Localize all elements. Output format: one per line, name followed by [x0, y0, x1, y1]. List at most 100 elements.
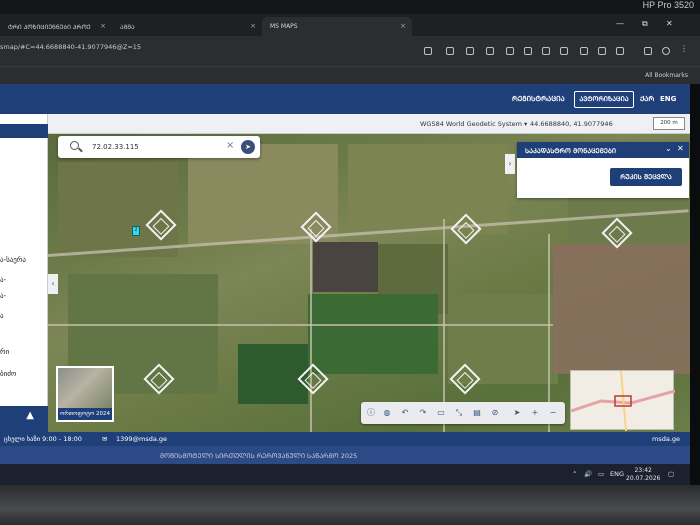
monitor-bezel-bottom: [0, 485, 700, 525]
search-submit-icon[interactable]: ➤: [241, 140, 255, 154]
zoom-out-icon[interactable]: −: [547, 407, 559, 419]
sidebar-item[interactable]: ა-: [0, 292, 6, 300]
settings-icon[interactable]: [616, 47, 624, 55]
tab-close-icon[interactable]: ×: [400, 22, 406, 30]
tab-close-icon[interactable]: ×: [250, 22, 256, 30]
profile-avatar-icon[interactable]: [662, 47, 670, 55]
nav-login-button[interactable]: ᲐᲕᲢᲝᲠᲘᲖᲐᲪᲘᲐ: [574, 91, 634, 108]
change-map-button[interactable]: ᲠᲣᲙᲘᲡ ᲨᲔᲪᲕᲚᲐ: [610, 168, 682, 186]
trash-icon[interactable]: [560, 47, 568, 55]
monitor-brand: HP Pro 3520: [642, 0, 694, 10]
globe-icon[interactable]: ◍: [381, 407, 393, 419]
sidebar-toggle-icon[interactable]: [644, 47, 652, 55]
copyright-bar: ᲛᲝᲬᲘᲡᲛᲝᲢᲔᲚᲘ ᲡᲘᲠᲗᲣᲚᲘᲡ ᲠᲔᲠᲝᲕᲐᲜᲣᲚᲘ ᲡᲐᲬᲐᲠᲛᲝ …: [0, 446, 690, 464]
extension-icon[interactable]: [446, 47, 454, 55]
input-language[interactable]: ENG: [610, 470, 624, 478]
battery-icon[interactable]: ▭: [598, 470, 604, 478]
address-bar[interactable]: smap/#C=44.6688840-41.9077946@Z=15: [0, 43, 141, 51]
search-icon: [70, 141, 79, 150]
star-icon[interactable]: [424, 47, 432, 55]
coordinates-readout: 44.6688840, 41.9077946: [530, 120, 613, 128]
nav-lang-ka[interactable]: ᲥᲐᲠ: [640, 95, 654, 104]
os-taskbar: ⌃ 🔊 ▭ ENG 23:42 20.07.2026 ▢: [0, 464, 690, 485]
sidebar-item[interactable]: ა-: [0, 276, 6, 284]
site-link[interactable]: msda.ge: [652, 435, 680, 443]
overview-minimap[interactable]: [570, 370, 676, 432]
puzzle-icon[interactable]: [506, 47, 514, 55]
volume-icon[interactable]: 🔊: [584, 470, 592, 478]
browser-tab[interactable]: ᲢᲠᲘ ᲞᲝᲖᲘᲪᲘᲔᲜᲜᲔᲑᲘ ᲞᲠᲝᲔ ×: [0, 17, 112, 36]
contact-email[interactable]: 1399@msda.ge: [116, 435, 167, 443]
browser-toolbar: smap/#C=44.6688840-41.9077946@Z=15 ⋮: [0, 36, 700, 66]
map-right-arrow-icon[interactable]: ›: [505, 154, 515, 174]
cadastre-panel-header: ᲡᲐᲙᲐᲓᲐᲡᲢᲠᲝ ᲛᲝᲜᲐᲪᲔᲛᲔᲑᲘ ⌄ ✕: [517, 142, 689, 158]
key-icon[interactable]: [466, 47, 474, 55]
monitor-bezel-top: HP Pro 3520: [0, 0, 700, 14]
sidebar-item[interactable]: ბიძო: [0, 370, 16, 378]
chevron-up-icon: ▲: [26, 410, 34, 421]
field-patch: [348, 144, 508, 234]
undo-icon[interactable]: ↶: [399, 407, 411, 419]
left-panel-collapse-button[interactable]: ▲: [0, 406, 48, 432]
zoom-in-icon[interactable]: +: [529, 407, 541, 419]
road: [48, 324, 553, 326]
tab-label: ᲐᲒᲛᲐ: [120, 24, 135, 31]
download-icon[interactable]: [542, 47, 550, 55]
menu-icon[interactable]: ⋮: [680, 44, 688, 53]
basemap-switcher[interactable]: ორთოფოტო 2024: [56, 366, 114, 422]
close-window-icon[interactable]: ✕: [666, 19, 673, 28]
tab-close-icon[interactable]: ×: [100, 22, 106, 30]
copyright-text: ᲛᲝᲬᲘᲡᲛᲝᲢᲔᲚᲘ ᲡᲘᲠᲗᲣᲚᲘᲡ ᲠᲔᲠᲝᲕᲐᲜᲣᲚᲘ ᲡᲐᲬᲐᲠᲛᲝ …: [160, 452, 358, 460]
site-footer: ცხელი ხაზი 9:00 - 18:00 ✉ 1399@msda.ge m…: [0, 432, 690, 446]
clock-date: 20.07.2026: [626, 475, 661, 482]
measure-icon[interactable]: ▭: [435, 407, 447, 419]
history-icon[interactable]: [524, 47, 532, 55]
map-search-box[interactable]: 72.02.33.115 × ➤: [58, 136, 260, 158]
road: [310, 229, 312, 432]
tab-label: ᲢᲠᲘ ᲞᲝᲖᲘᲪᲘᲔᲜᲜᲔᲑᲘ ᲞᲠᲝᲔ: [8, 24, 91, 31]
close-icon[interactable]: ✕: [677, 144, 684, 153]
location-icon[interactable]: [580, 47, 588, 55]
sidebar-item[interactable]: ა-საერა: [0, 256, 26, 264]
layers-icon[interactable]: ▤: [471, 407, 483, 419]
sidebar-item[interactable]: რი: [0, 348, 9, 356]
search-input[interactable]: 72.02.33.115: [92, 143, 139, 151]
map-left-arrow-icon[interactable]: ‹: [48, 274, 58, 294]
info-icon[interactable]: ⓘ: [365, 407, 377, 419]
notification-icon[interactable]: ▢: [668, 470, 674, 478]
fullscreen-icon[interactable]: ⤡: [453, 407, 465, 419]
system-clock[interactable]: 23:42 20.07.2026: [626, 467, 660, 483]
hotline-hours: ცხელი ხაზი 9:00 - 18:00: [4, 435, 82, 443]
left-panel-header: [0, 124, 48, 138]
clear-search-icon[interactable]: ×: [226, 140, 234, 151]
browser-tab-active[interactable]: MS MAPS ×: [262, 17, 412, 36]
overview-roads: [570, 370, 676, 432]
map-toolbar: ⓘ ◍ ↶ ↷ ▭ ⤡ ▤ ⊘ ➤ + −: [361, 402, 565, 424]
bookmarks-bar: All Bookmarks: [0, 66, 700, 84]
crs-select[interactable]: WGS84 World Geodetic System ▾: [420, 120, 527, 128]
redo-icon[interactable]: ↷: [417, 407, 429, 419]
browser-tab[interactable]: ᲐᲒᲛᲐ ×: [112, 17, 262, 36]
scale-indicator: 200 m: [653, 117, 685, 130]
card-icon[interactable]: [486, 47, 494, 55]
navigate-icon[interactable]: ➤: [511, 407, 523, 419]
map-canvas[interactable]: 2 72.02.33.115 × ➤ ‹ › ᲡᲐᲙᲐᲓᲐᲡᲢᲠᲝ ᲛᲝᲜᲐᲪᲔ…: [48, 134, 690, 432]
browser-tab-bar: ᲢᲠᲘ ᲞᲝᲖᲘᲪᲘᲔᲜᲜᲔᲑᲘ ᲞᲠᲝᲔ × ᲐᲒᲛᲐ × MS MAPS ×…: [0, 14, 700, 36]
minimize-icon[interactable]: —: [616, 19, 624, 28]
print-icon[interactable]: [598, 47, 606, 55]
link-icon[interactable]: ⊘: [489, 407, 501, 419]
nav-registration[interactable]: ᲠᲔᲒᲘᲡᲢᲠᲐᲪᲘᲐ: [512, 95, 565, 104]
map-marker[interactable]: 2: [132, 226, 140, 236]
coordinate-bar: WGS84 World Geodetic System ▾ 44.6688840…: [48, 114, 690, 134]
nav-lang-en[interactable]: ENG: [660, 95, 676, 103]
all-bookmarks-link[interactable]: All Bookmarks: [645, 72, 688, 79]
restore-icon[interactable]: ⧉: [642, 19, 648, 29]
clock-time: 23:42: [634, 467, 652, 474]
sidebar-item[interactable]: ა: [0, 312, 4, 320]
field-patch: [313, 242, 378, 292]
chevron-down-icon[interactable]: ⌄: [665, 144, 672, 153]
tray-chevron-icon[interactable]: ⌃: [572, 470, 577, 478]
basemap-label: ორთოფოტო 2024: [58, 408, 112, 420]
field-patch: [238, 344, 308, 404]
cadastre-panel-title: ᲡᲐᲙᲐᲓᲐᲡᲢᲠᲝ ᲛᲝᲜᲐᲪᲔᲛᲔᲑᲘ: [525, 147, 617, 155]
